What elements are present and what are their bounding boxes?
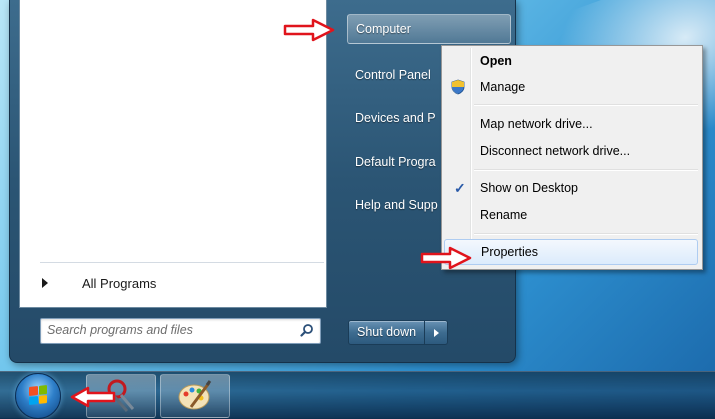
context-menu: Open Manage Map network drive... Disconn… [441, 45, 703, 270]
context-menu-item-properties[interactable]: Properties [444, 239, 698, 265]
context-menu-label: Open [480, 54, 512, 68]
paint-palette-icon [178, 380, 212, 410]
shutdown-button-group: Shut down [348, 320, 449, 345]
context-menu-item-manage[interactable]: Manage [444, 75, 698, 99]
chevron-right-icon [42, 278, 48, 288]
start-item-computer[interactable]: Computer [347, 14, 511, 44]
all-programs-button[interactable]: All Programs [32, 270, 322, 296]
context-menu-label: Disconnect network drive... [480, 144, 631, 158]
checkmark-icon: ✓ [454, 180, 466, 196]
context-menu-separator [474, 104, 698, 106]
windows-logo-icon [29, 385, 47, 405]
context-menu-label: Rename [480, 208, 528, 222]
arrow-right-icon [433, 328, 439, 337]
annotation-arrow-icon [420, 246, 472, 270]
context-menu-item-open[interactable]: Open [444, 49, 698, 73]
search-input[interactable] [41, 319, 292, 341]
start-button[interactable] [15, 373, 61, 419]
shutdown-options-arrow[interactable] [424, 321, 447, 344]
annotation-arrow-icon [283, 18, 335, 42]
start-menu-left-pane: All Programs [19, 0, 327, 344]
context-menu-separator [474, 233, 698, 235]
annotation-arrow-icon [70, 386, 116, 408]
context-menu-item-show-on-desktop[interactable]: ✓ Show on Desktop [444, 176, 698, 200]
search-box[interactable] [40, 318, 321, 344]
search-icon[interactable] [300, 323, 314, 337]
shutdown-button[interactable]: Shut down [349, 321, 424, 344]
context-menu-label: Properties [481, 245, 538, 259]
context-menu-label: Map network drive... [480, 117, 593, 131]
context-menu-item-map-network-drive[interactable]: Map network drive... [444, 112, 698, 136]
context-menu-item-disconnect-network-drive[interactable]: Disconnect network drive... [444, 139, 698, 163]
left-pane-divider [40, 262, 324, 263]
start-menu: All Programs Computer Control Panel Devi… [9, 0, 516, 363]
context-menu-separator [474, 169, 698, 171]
all-programs-label: All Programs [82, 275, 157, 291]
context-menu-label: Manage [480, 80, 526, 94]
context-menu-label: Show on Desktop [480, 181, 578, 195]
context-menu-item-rename[interactable]: Rename [444, 203, 698, 227]
taskbar-button-paint[interactable] [160, 374, 230, 418]
shield-icon [451, 79, 465, 95]
